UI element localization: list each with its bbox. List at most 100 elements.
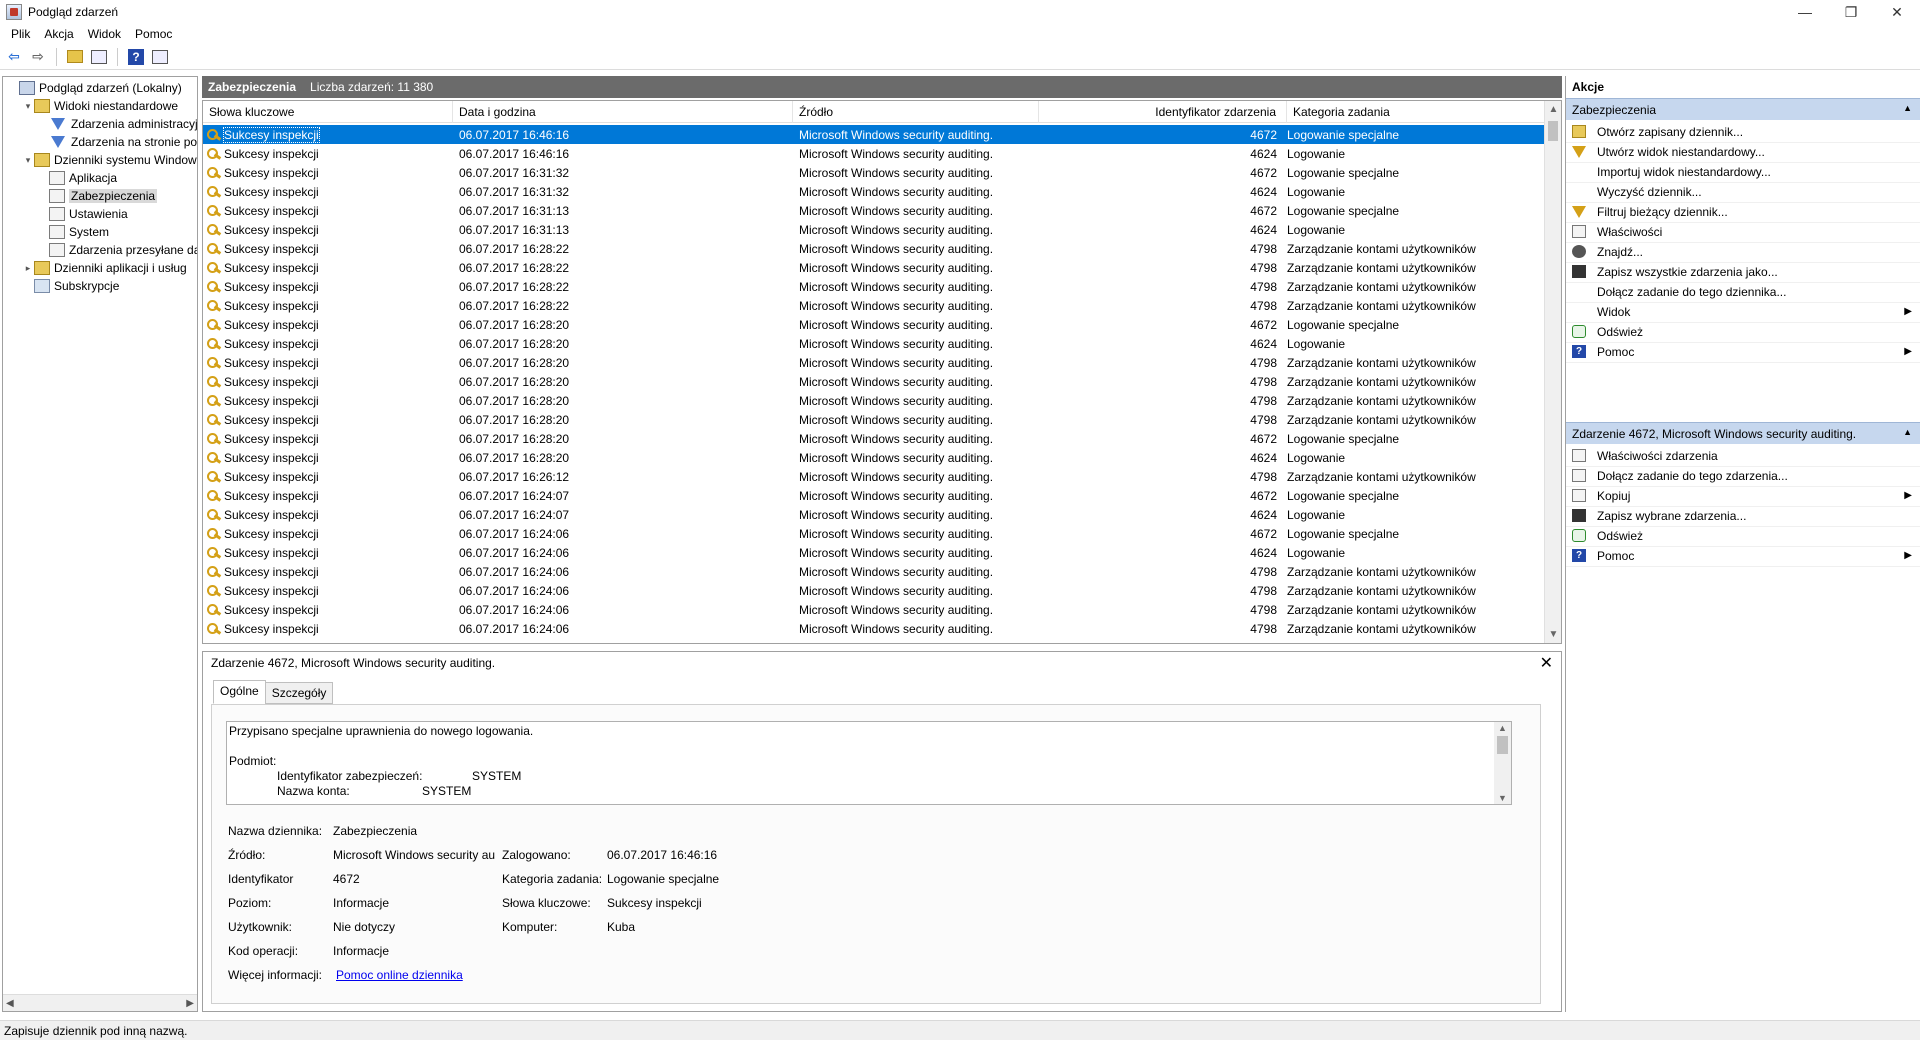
event-row[interactable]: Sukcesy inspekcji 06.07.2017 16:31:32 Micr… <box>203 182 1545 201</box>
tree-item[interactable]: ▾ Dzienniki systemu Windows <box>22 151 197 169</box>
action-item[interactable]: Filtruj bieżący dziennik... <box>1566 201 1920 223</box>
action-item[interactable]: Widok ▶ <box>1566 301 1920 323</box>
event-row[interactable]: Sukcesy inspekcji 06.07.2017 16:24:06 Micr… <box>203 619 1545 638</box>
event-row[interactable]: Sukcesy inspekcji 06.07.2017 16:24:06 Micr… <box>203 562 1545 581</box>
tree-horizontal-scrollbar[interactable]: ◀ ▶ <box>3 994 197 1011</box>
up-folder-button[interactable] <box>65 47 85 67</box>
tree-item[interactable]: Subskrypcje <box>22 277 119 295</box>
action-item[interactable]: Dołącz zadanie do tego dziennika... <box>1566 281 1920 303</box>
tree-item[interactable]: Zdarzenia administracyjne <box>37 115 197 133</box>
event-row[interactable]: Sukcesy inspekcji 06.07.2017 16:28:22 Micr… <box>203 296 1545 315</box>
expand-arrow-icon[interactable]: ▸ <box>22 263 34 274</box>
back-arrow-icon[interactable]: ⇦ <box>4 47 24 67</box>
tree-item[interactable]: Aplikacja <box>37 169 117 187</box>
event-row[interactable]: Sukcesy inspekcji 06.07.2017 16:31:13 Micr… <box>203 220 1545 239</box>
expand-arrow-icon[interactable]: ▾ <box>22 101 34 112</box>
column-header-source[interactable]: Źródło <box>793 101 1039 123</box>
tab-details[interactable]: Szczegóły <box>264 682 334 704</box>
event-list-scrollbar[interactable]: ▲ ▼ <box>1544 101 1561 643</box>
event-row[interactable]: Sukcesy inspekcji 06.07.2017 16:31:32 Micr… <box>203 163 1545 182</box>
event-description[interactable]: Przypisano specjalne uprawnienia do nowe… <box>226 721 1512 805</box>
help-button[interactable]: ? <box>126 47 146 67</box>
event-row[interactable]: Sukcesy inspekcji 06.07.2017 16:28:20 Micr… <box>203 353 1545 372</box>
maximize-button[interactable]: ❐ <box>1828 0 1874 24</box>
show-hide-tree-button[interactable] <box>89 47 109 67</box>
menu-view[interactable]: Widok <box>81 27 128 41</box>
collapse-caret-icon[interactable]: ▲ <box>1903 103 1912 113</box>
actions-section-log[interactable]: Zabezpieczenia ▲ <box>1566 98 1920 120</box>
action-item[interactable]: ? Pomoc ▶ <box>1566 341 1920 363</box>
action-item[interactable]: Odśwież <box>1566 321 1920 343</box>
event-row[interactable]: Sukcesy inspekcji 06.07.2017 16:28:20 Micr… <box>203 448 1545 467</box>
tree-item[interactable]: Podgląd zdarzeń (Lokalny) <box>7 79 182 97</box>
tree-item[interactable]: Zdarzenia przesyłane dale <box>37 241 197 259</box>
scroll-right-icon[interactable]: ▶ <box>186 998 194 1009</box>
show-hide-action-pane-button[interactable] <box>150 47 170 67</box>
action-item[interactable]: Właściwości <box>1566 221 1920 243</box>
cell-task-category: Logowanie specjalne <box>1287 488 1400 503</box>
minimize-button[interactable]: — <box>1782 0 1828 24</box>
event-row[interactable]: Sukcesy inspekcji 06.07.2017 16:28:20 Micr… <box>203 429 1545 448</box>
action-item[interactable]: Kopiuj ▶ <box>1566 485 1920 507</box>
event-row[interactable]: Sukcesy inspekcji 06.07.2017 16:24:06 Micr… <box>203 600 1545 619</box>
expand-arrow-icon[interactable]: ▾ <box>22 155 34 166</box>
event-row[interactable]: Sukcesy inspekcji 06.07.2017 16:26:12 Micr… <box>203 467 1545 486</box>
online-help-link[interactable]: Pomoc online dziennika <box>336 968 463 982</box>
action-item[interactable]: Utwórz widok niestandardowy... <box>1566 141 1920 163</box>
column-header-keywords[interactable]: Słowa kluczowe <box>203 101 453 123</box>
menu-action[interactable]: Akcja <box>37 27 80 41</box>
close-detail-icon[interactable]: ✕ <box>1540 653 1553 673</box>
tab-general[interactable]: Ogólne <box>213 680 266 704</box>
column-header-date[interactable]: Data i godzina <box>453 101 793 123</box>
event-row[interactable]: Sukcesy inspekcji 06.07.2017 16:46:16 Micr… <box>203 144 1545 163</box>
scroll-down-icon[interactable]: ▼ <box>1545 626 1561 643</box>
event-row[interactable]: Sukcesy inspekcji 06.07.2017 16:28:22 Micr… <box>203 258 1545 277</box>
event-row[interactable]: Sukcesy inspekcji 06.07.2017 16:24:06 Micr… <box>203 524 1545 543</box>
menu-help[interactable]: Pomoc <box>128 27 179 41</box>
scroll-thumb[interactable] <box>1497 736 1508 754</box>
event-row[interactable]: Sukcesy inspekcji 06.07.2017 16:24:07 Micr… <box>203 486 1545 505</box>
event-row[interactable]: Sukcesy inspekcji 06.07.2017 16:24:07 Micr… <box>203 505 1545 524</box>
action-item[interactable]: Znajdź... <box>1566 241 1920 263</box>
column-header-task-category[interactable]: Kategoria zadania <box>1287 101 1545 123</box>
event-row[interactable]: Sukcesy inspekcji 06.07.2017 16:31:13 Micr… <box>203 201 1545 220</box>
actions-section-event[interactable]: Zdarzenie 4672, Microsoft Windows securi… <box>1566 422 1920 444</box>
scroll-left-icon[interactable]: ◀ <box>6 998 14 1009</box>
event-row[interactable]: Sukcesy inspekcji 06.07.2017 16:28:20 Micr… <box>203 391 1545 410</box>
scroll-up-icon[interactable]: ▲ <box>1494 723 1511 733</box>
scroll-down-icon[interactable]: ▼ <box>1494 793 1511 803</box>
scroll-up-icon[interactable]: ▲ <box>1545 101 1561 118</box>
collapse-caret-icon[interactable]: ▲ <box>1903 427 1912 437</box>
action-item[interactable]: ? Pomoc ▶ <box>1566 545 1920 567</box>
action-item[interactable]: Importuj widok niestandardowy... <box>1566 161 1920 183</box>
tree-item[interactable]: Ustawienia <box>37 205 128 223</box>
event-row[interactable]: Sukcesy inspekcji 06.07.2017 16:46:16 Micr… <box>203 125 1545 144</box>
scroll-thumb[interactable] <box>1548 121 1558 141</box>
event-row[interactable]: Sukcesy inspekcji 06.07.2017 16:28:22 Micr… <box>203 239 1545 258</box>
action-item[interactable]: Dołącz zadanie do tego zdarzenia... <box>1566 465 1920 487</box>
action-item[interactable]: Otwórz zapisany dziennik... <box>1566 121 1920 143</box>
action-item[interactable]: Zapisz wszystkie zdarzenia jako... <box>1566 261 1920 283</box>
tree-item[interactable]: ▾ Widoki niestandardowe <box>22 97 178 115</box>
tree-item[interactable]: Zabezpieczenia <box>37 187 158 205</box>
event-row[interactable]: Sukcesy inspekcji 06.07.2017 16:28:22 Micr… <box>203 277 1545 296</box>
action-item[interactable]: Właściwości zdarzenia <box>1566 445 1920 467</box>
event-row[interactable]: Sukcesy inspekcji 06.07.2017 16:28:20 Micr… <box>203 410 1545 429</box>
tree-item[interactable]: Zdarzenia na stronie pod <box>37 133 197 151</box>
action-item[interactable]: Odśwież <box>1566 525 1920 547</box>
tree-item[interactable]: System <box>37 223 109 241</box>
event-row[interactable]: Sukcesy inspekcji 06.07.2017 16:24:06 Micr… <box>203 581 1545 600</box>
menu-file[interactable]: Plik <box>4 27 37 41</box>
close-window-button[interactable]: ✕ <box>1874 0 1920 24</box>
tree-item[interactable]: ▸ Dzienniki aplikacji i usług <box>22 259 187 277</box>
event-row[interactable]: Sukcesy inspekcji 06.07.2017 16:28:20 Micr… <box>203 372 1545 391</box>
description-scrollbar[interactable]: ▲ ▼ <box>1494 722 1511 804</box>
forward-arrow-icon[interactable]: ⇨ <box>28 47 48 67</box>
column-header-event-id[interactable]: Identyfikator zdarzenia <box>1039 101 1287 123</box>
console-tree-icon <box>91 49 107 64</box>
event-row[interactable]: Sukcesy inspekcji 06.07.2017 16:28:20 Micr… <box>203 334 1545 353</box>
event-row[interactable]: Sukcesy inspekcji 06.07.2017 16:24:06 Micr… <box>203 543 1545 562</box>
action-item[interactable]: Wyczyść dziennik... <box>1566 181 1920 203</box>
event-row[interactable]: Sukcesy inspekcji 06.07.2017 16:28:20 Micr… <box>203 315 1545 334</box>
action-item[interactable]: Zapisz wybrane zdarzenia... <box>1566 505 1920 527</box>
